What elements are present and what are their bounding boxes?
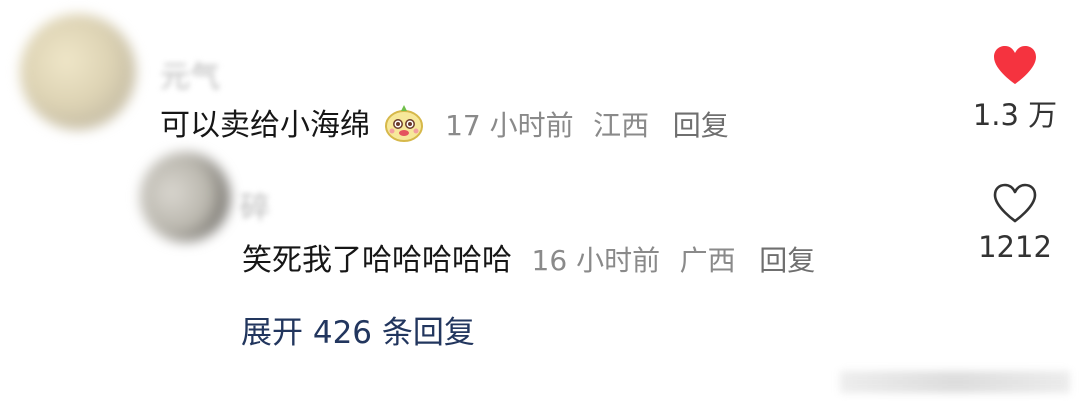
like-count: 1.3 万 <box>972 98 1058 132</box>
reply-time: 16 小时前 <box>531 244 661 277</box>
reply-author-name[interactable]: 碎 <box>240 183 270 227</box>
reply-avatar[interactable] <box>140 152 230 242</box>
comment-text: 可以卖给小海绵 <box>160 108 370 143</box>
watermark <box>840 371 1070 393</box>
avatar[interactable] <box>20 14 136 130</box>
comment-location: 江西 <box>593 109 650 142</box>
cute-face-emoji-icon <box>382 103 426 143</box>
comment-time: 17 小时前 <box>445 109 574 142</box>
reply-reply-button[interactable]: 回复 <box>759 244 815 277</box>
heart-outline-icon <box>960 182 1070 224</box>
reply-content-row: 笑死我了哈哈哈哈哈 16 小时前 广西 回复 <box>242 241 815 281</box>
reply-text: 笑死我了哈哈哈哈哈 <box>242 243 512 278</box>
heart-filled-icon <box>960 44 1070 86</box>
reply-button[interactable]: 回复 <box>673 109 729 142</box>
reply-like-button[interactable]: 1212 <box>960 182 1070 264</box>
expand-replies-link[interactable]: 展开 426 条回复 <box>241 307 475 352</box>
reply-like-count: 1212 <box>978 230 1052 264</box>
like-button[interactable]: 1.3 万 <box>960 44 1070 134</box>
comment-content-row: 可以卖给小海绵 17 小时前 江西 回复 <box>160 103 729 146</box>
reply-location: 广西 <box>679 244 736 277</box>
comment-author-name[interactable]: 元气 <box>160 52 220 96</box>
